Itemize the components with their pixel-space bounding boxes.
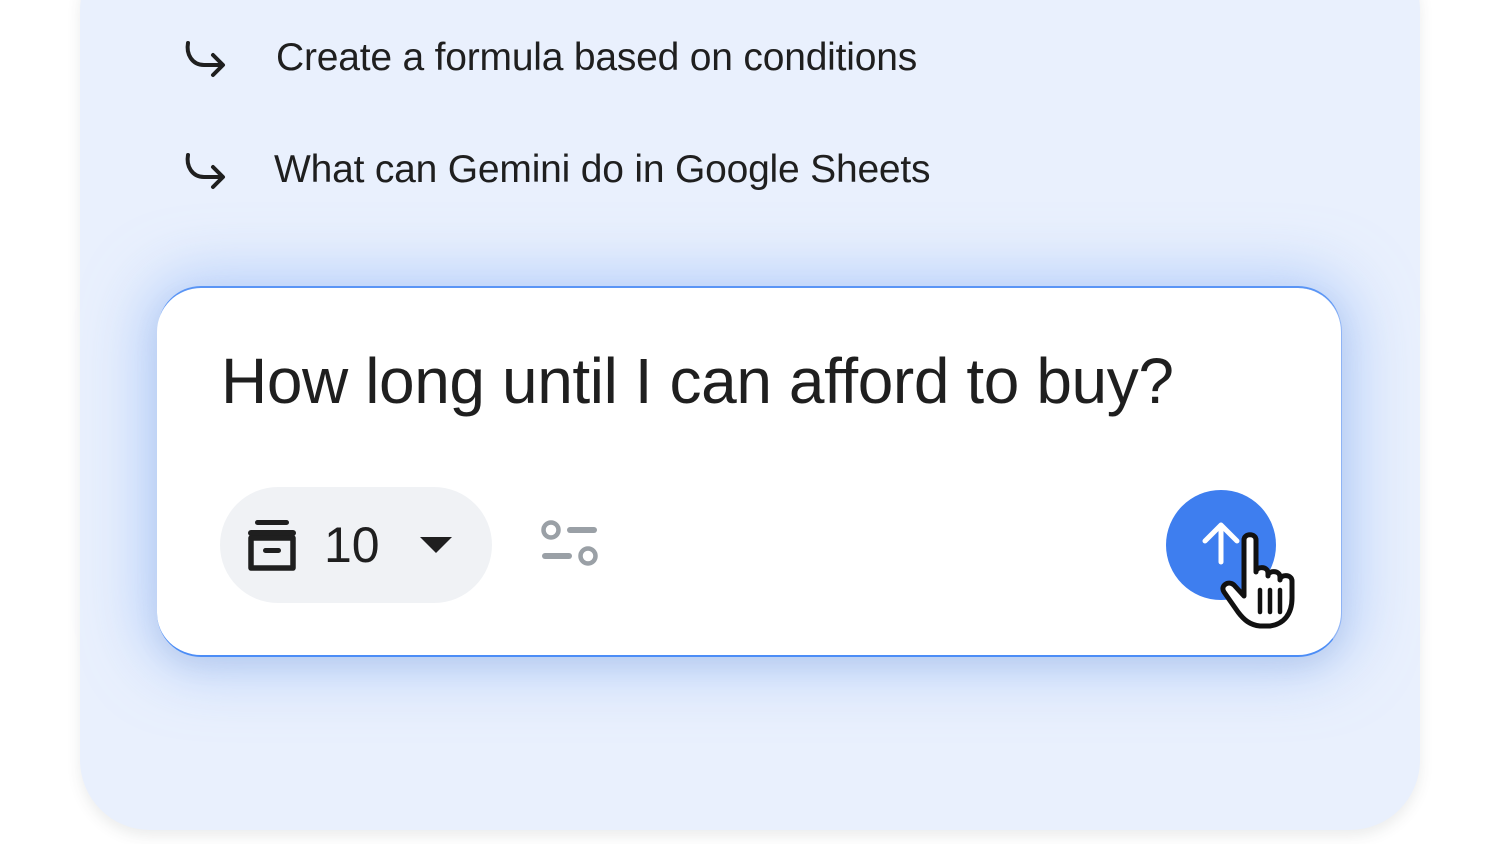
source-count-dropdown[interactable]: 10 (220, 487, 492, 603)
arrow-up-icon (1196, 518, 1246, 573)
subdirectory-arrow-right-icon (182, 38, 228, 78)
suggestion-chip-gemini-capabilities[interactable]: What can Gemini do in Google Sheets (182, 140, 931, 200)
tune-settings-button[interactable] (539, 516, 601, 574)
send-button[interactable] (1166, 490, 1276, 600)
tune-settings-icon (539, 516, 601, 574)
source-count: 10 (324, 517, 380, 573)
caret-down-icon (418, 535, 454, 555)
prompt-input-card: How long until I can afford to buy? 10 (157, 288, 1342, 657)
subdirectory-arrow-right-icon (182, 150, 228, 190)
suggestion-chip-formula[interactable]: Create a formula based on conditions (182, 28, 917, 88)
prompt-input[interactable]: How long until I can afford to buy? (221, 344, 1174, 418)
suggestion-label: Create a formula based on conditions (276, 36, 918, 79)
suggestion-label: What can Gemini do in Google Sheets (274, 148, 931, 191)
archive-stack-icon (244, 516, 300, 574)
